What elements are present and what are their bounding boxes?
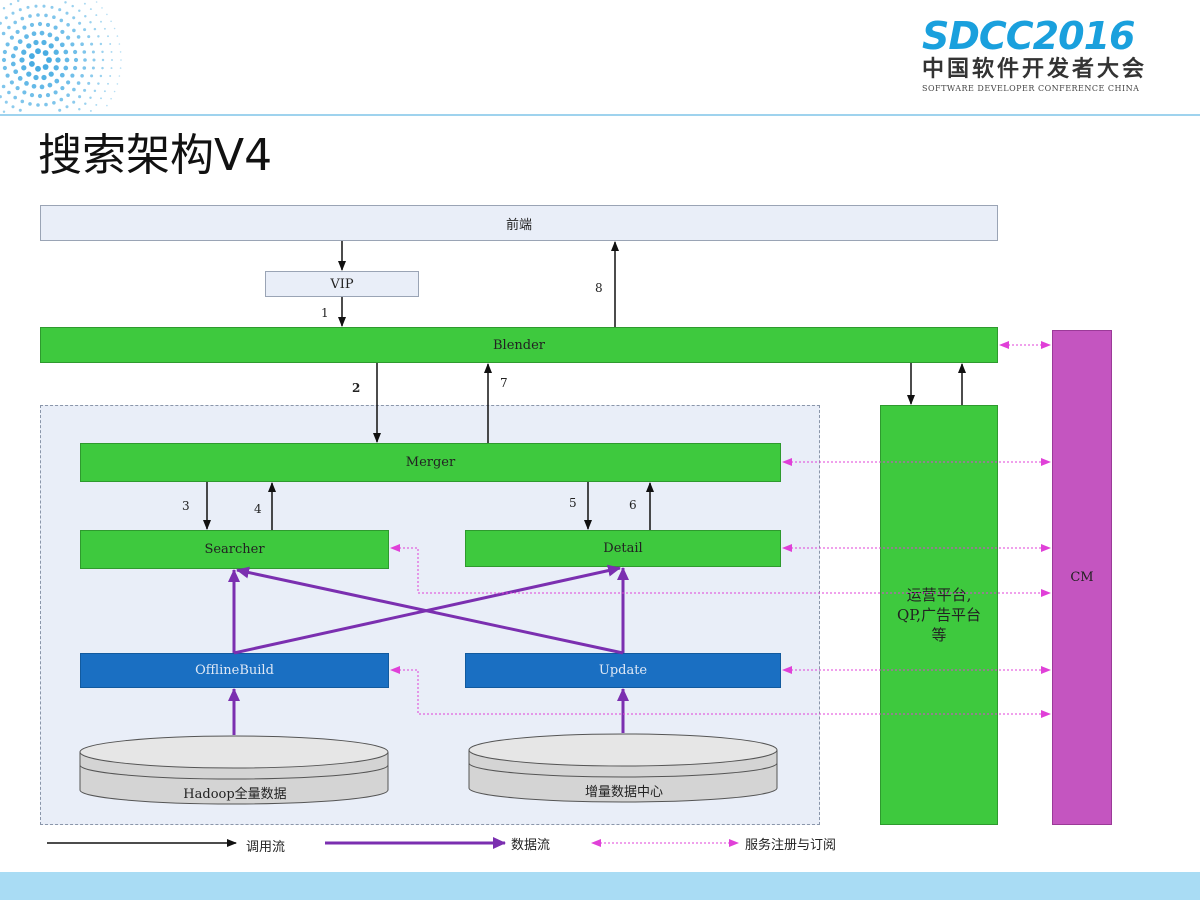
edge-label-1: 1 (321, 306, 329, 320)
edge-label-4: 4 (254, 502, 262, 516)
edge-label-7: 7 (500, 376, 508, 390)
diagram-connectors (47, 241, 1051, 849)
edge-label-2: 2 (352, 381, 361, 395)
svcreg-searcher-cm (390, 544, 1051, 597)
legend-data-flow-label: 数据流 (511, 838, 551, 853)
edge-label-5: 5 (569, 496, 577, 510)
legend-service-reg-label: 服务注册与订阅 (745, 838, 837, 853)
edge-label-8: 8 (595, 281, 603, 295)
slide-footer-bar (0, 872, 1200, 900)
hadoop-label: Hadoop全量数据 (183, 787, 287, 802)
edge-label-6: 6 (629, 498, 637, 512)
svcreg-offlinebuild-cm (390, 666, 1051, 718)
incremental-label: 增量数据中心 (584, 785, 663, 800)
legend-call-flow-label: 调用流 (246, 840, 286, 855)
edge-label-3: 3 (182, 499, 190, 513)
